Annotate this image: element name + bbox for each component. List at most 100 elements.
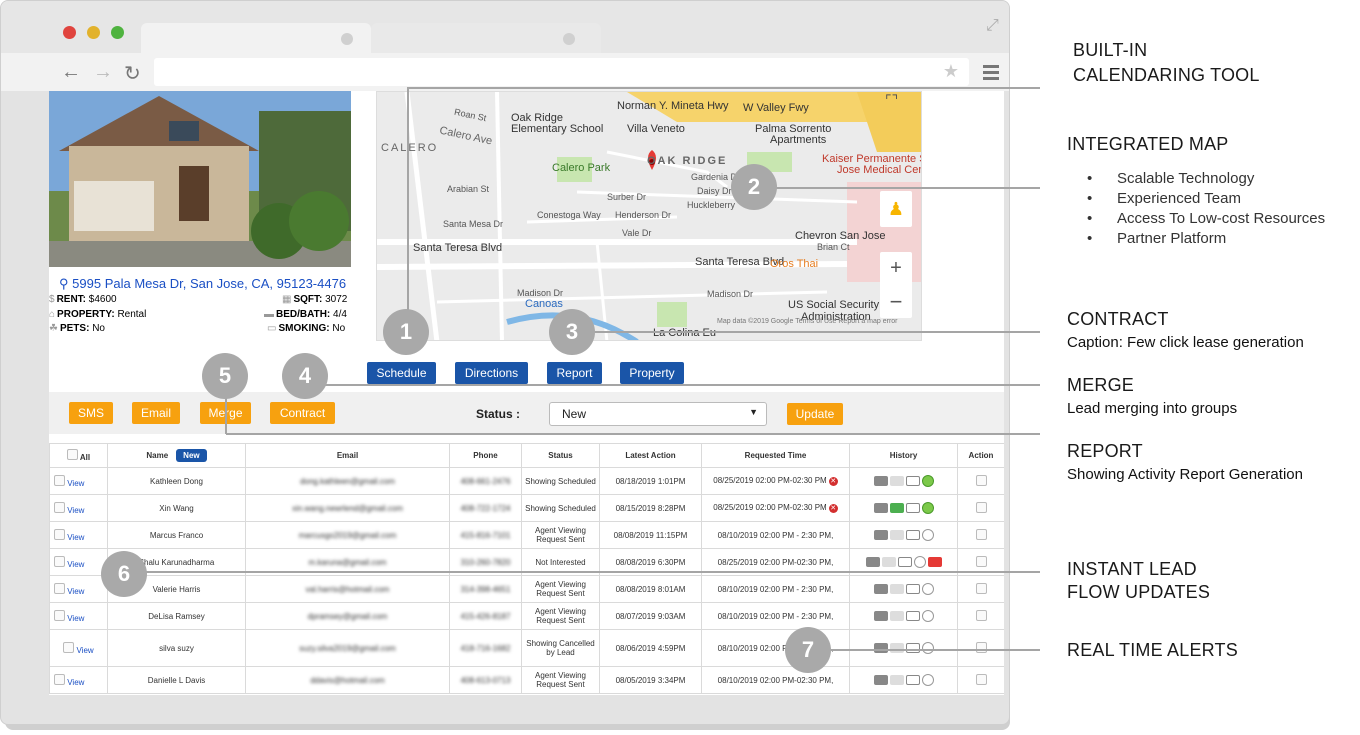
row-checkbox[interactable] — [63, 641, 75, 653]
status-select[interactable]: New ▼ — [549, 402, 767, 426]
forward-icon[interactable]: → — [93, 61, 113, 84]
history-icon[interactable] — [873, 642, 888, 653]
leader-line — [122, 571, 1040, 573]
sms-button[interactable]: SMS — [69, 402, 113, 424]
action-checkbox[interactable] — [975, 609, 987, 621]
history-icon[interactable] — [921, 609, 934, 622]
browser-tab[interactable] — [371, 23, 601, 53]
row-checkbox[interactable] — [54, 528, 65, 540]
directions-button[interactable]: Directions — [455, 362, 528, 384]
reload-icon[interactable]: ↻ — [124, 61, 141, 86]
street-view-pegman-icon[interactable]: ♟ — [880, 191, 912, 227]
history-icon[interactable] — [873, 529, 888, 540]
row-checkbox[interactable] — [54, 582, 65, 594]
lead-email: dong.kathleen@gmail.com — [245, 467, 450, 495]
history-icon[interactable] — [905, 674, 920, 685]
row-checkbox[interactable] — [54, 474, 65, 486]
phone-header[interactable]: Phone — [449, 443, 522, 468]
bookmark-star-icon[interactable]: ★ — [943, 61, 959, 82]
maximize-dot[interactable] — [111, 26, 124, 39]
cancel-icon[interactable]: ✕ — [828, 477, 838, 486]
history-icon[interactable] — [889, 475, 904, 486]
action-checkbox[interactable] — [975, 673, 987, 685]
map-label: Canoas — [525, 298, 563, 310]
history-icon[interactable] — [921, 501, 934, 514]
view-link[interactable]: View — [77, 646, 94, 655]
row-checkbox[interactable] — [54, 673, 65, 685]
history-icon[interactable] — [921, 641, 934, 654]
browser-menu-icon[interactable] — [983, 65, 999, 83]
fullscreen-icon[interactable]: ⤢ — [986, 17, 999, 35]
requested-time-header[interactable]: Requested Time — [701, 443, 850, 468]
history-icon[interactable] — [881, 556, 896, 567]
history-icon[interactable] — [905, 583, 920, 594]
browser-tab[interactable] — [141, 23, 371, 53]
history-icon[interactable] — [889, 583, 904, 594]
history-icon[interactable] — [913, 555, 926, 568]
property-address[interactable]: ⚲ 5995 Pala Mesa Dr, San Jose, CA, 95123… — [59, 276, 346, 292]
row-checkbox[interactable] — [54, 609, 65, 621]
email-button[interactable]: Email — [132, 402, 180, 424]
contract-button[interactable]: Contract — [270, 402, 335, 424]
minimize-dot[interactable] — [87, 26, 100, 39]
view-link[interactable]: View — [67, 614, 84, 623]
history-icon[interactable] — [873, 475, 888, 486]
view-link[interactable]: View — [67, 560, 84, 569]
history-icon[interactable] — [889, 529, 904, 540]
address-bar[interactable]: ★ — [154, 58, 969, 86]
view-link[interactable]: View — [67, 479, 84, 488]
view-link[interactable]: View — [67, 587, 84, 596]
history-icon[interactable] — [921, 582, 934, 595]
row-checkbox[interactable] — [54, 555, 65, 567]
history-icon[interactable] — [889, 642, 904, 653]
latest-action-header[interactable]: Latest Action — [599, 443, 702, 468]
report-button[interactable]: Report — [547, 362, 602, 384]
requested-time: 08/10/2019 02:00 PM - 2:30 PM, — [701, 602, 850, 630]
cancel-icon[interactable]: ✕ — [828, 504, 838, 513]
history-icon[interactable] — [889, 610, 904, 621]
history-icon[interactable] — [905, 610, 920, 621]
history-icon[interactable] — [865, 556, 880, 567]
history-icon[interactable] — [921, 474, 934, 487]
new-lead-button[interactable]: New — [176, 449, 207, 462]
action-checkbox[interactable] — [975, 555, 987, 567]
history-icon[interactable] — [873, 502, 888, 513]
map-label: Santa Teresa Blvd — [413, 242, 503, 254]
schedule-button[interactable]: Schedule — [367, 362, 436, 384]
status-header[interactable]: Status — [521, 443, 600, 468]
map-fullscreen-icon[interactable]: ⌜⌝ — [885, 92, 898, 109]
history-icon[interactable] — [873, 583, 888, 594]
action-checkbox[interactable] — [975, 582, 987, 594]
zoom-out-icon[interactable]: − — [880, 285, 912, 318]
history-icon[interactable] — [889, 502, 904, 513]
name-header[interactable]: Name New — [107, 443, 246, 468]
history-icon[interactable] — [905, 529, 920, 540]
action-checkbox[interactable] — [975, 528, 987, 540]
close-dot[interactable] — [63, 26, 76, 39]
history-icon[interactable] — [921, 673, 934, 686]
select-all-checkbox[interactable] — [66, 449, 78, 460]
history-icon[interactable] — [905, 502, 920, 513]
history-icon[interactable] — [905, 475, 920, 486]
callout-2: 2 — [731, 164, 777, 210]
view-link[interactable]: View — [67, 506, 84, 515]
view-link[interactable]: View — [67, 678, 84, 687]
row-checkbox[interactable] — [54, 501, 65, 513]
update-button[interactable]: Update — [787, 403, 843, 425]
action-checkbox[interactable] — [975, 474, 987, 486]
history-icon[interactable] — [889, 674, 904, 685]
select-all-header[interactable]: All — [49, 443, 108, 468]
map-view[interactable]: Norman Y. Mineta Hwy W Valley Fwy Oak Ri… — [376, 91, 922, 341]
history-icon[interactable] — [921, 528, 934, 541]
history-icon[interactable] — [873, 674, 888, 685]
history-icon[interactable] — [927, 556, 942, 567]
zoom-in-icon[interactable]: + — [880, 252, 912, 285]
history-icon[interactable] — [873, 610, 888, 621]
history-icon[interactable] — [897, 556, 912, 567]
back-icon[interactable]: ← — [61, 61, 81, 84]
view-link[interactable]: View — [67, 533, 84, 542]
email-header[interactable]: Email — [245, 443, 450, 468]
action-checkbox[interactable] — [975, 501, 987, 513]
history-icon[interactable] — [905, 642, 920, 653]
property-button[interactable]: Property — [620, 362, 684, 384]
